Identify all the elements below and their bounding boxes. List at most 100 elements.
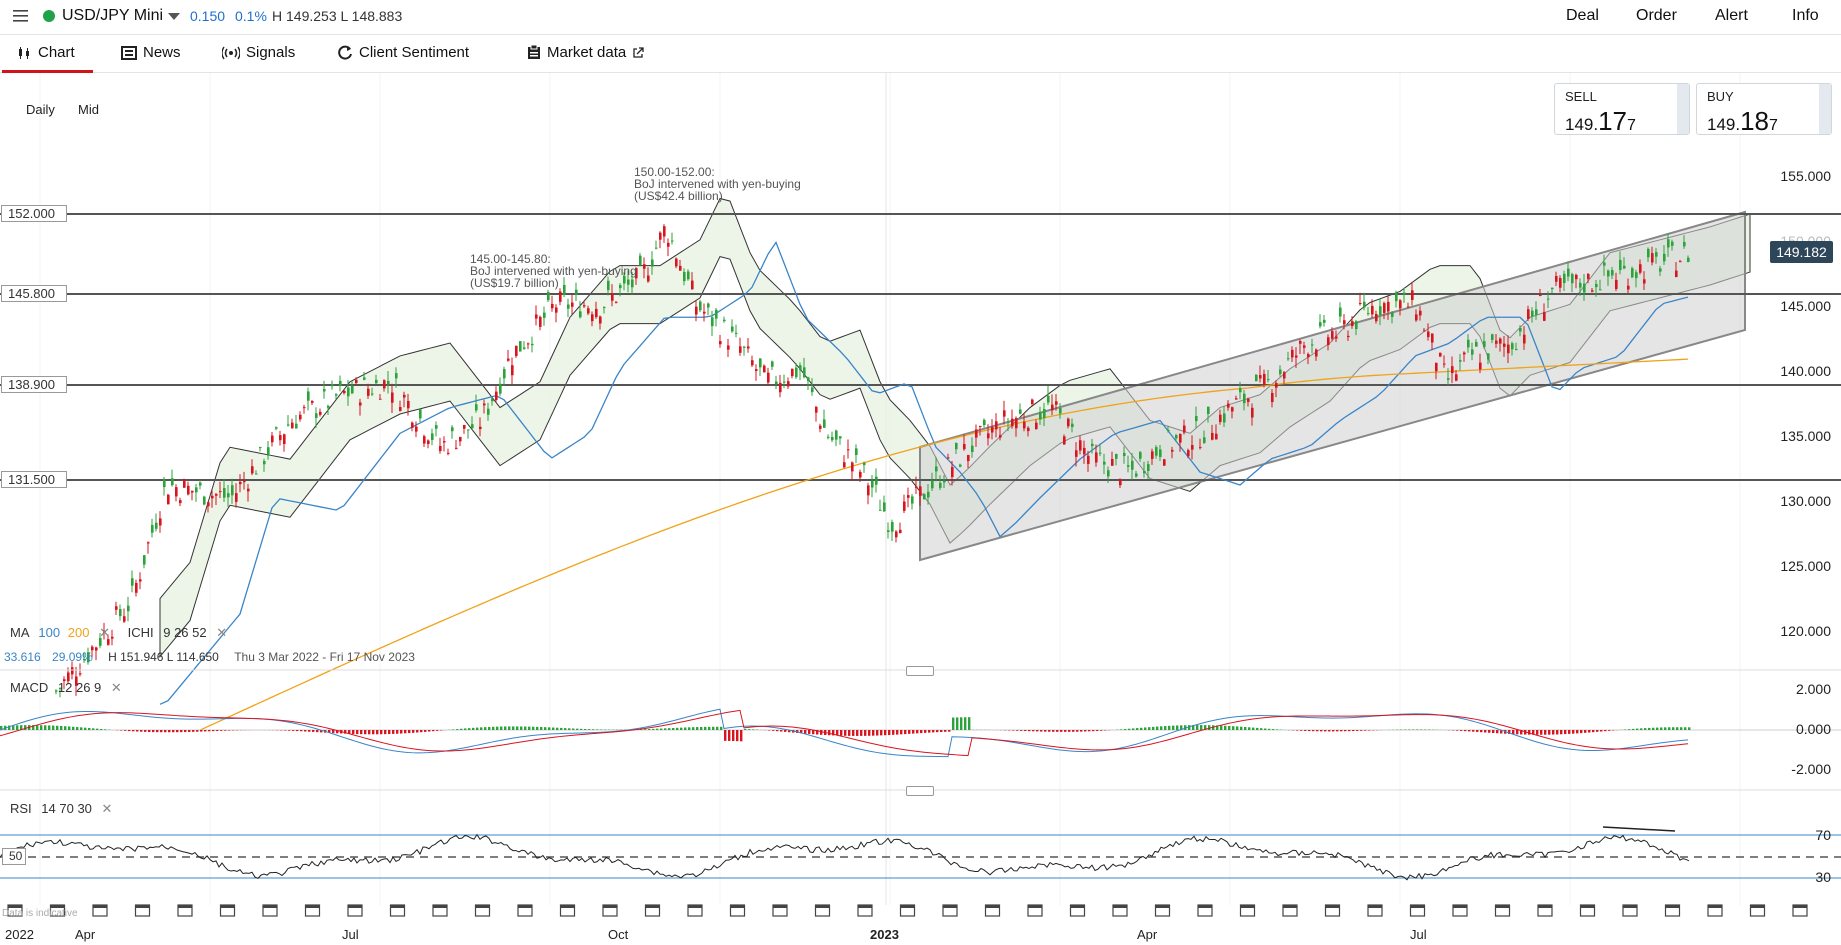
candle-body xyxy=(1607,270,1610,277)
candle-body xyxy=(1487,353,1490,360)
remove-macd-icon[interactable]: ✕ xyxy=(111,680,122,695)
candle-body xyxy=(455,447,458,449)
remove-rsi-icon[interactable]: ✕ xyxy=(102,801,113,816)
level-label-131-5[interactable]: 131.500 xyxy=(1,471,67,488)
candle-body xyxy=(379,398,382,400)
candle-body xyxy=(727,345,730,350)
remove-ma-icon[interactable]: ✕ xyxy=(99,625,110,640)
alert-button[interactable]: Alert xyxy=(1715,7,1748,25)
order-button[interactable]: Order xyxy=(1636,7,1677,25)
candle-body xyxy=(1391,312,1394,317)
candle-body xyxy=(1511,343,1514,350)
candle-body xyxy=(1095,452,1098,463)
tab-chart[interactable]: Chart xyxy=(2,44,93,73)
candle-body xyxy=(1167,429,1170,431)
candle-body xyxy=(1491,334,1494,340)
candle-body xyxy=(299,414,302,420)
candle-body xyxy=(1415,314,1418,321)
candle-body xyxy=(1655,252,1658,257)
level-label-145-8[interactable]: 145.800 xyxy=(1,285,67,302)
calendar-icon xyxy=(1537,904,1553,917)
calendar-icon xyxy=(304,904,321,917)
candle-body xyxy=(963,443,966,450)
remove-ichi-icon[interactable]: ✕ xyxy=(216,625,227,640)
candle-body xyxy=(1255,374,1258,382)
candle-body xyxy=(1403,292,1406,295)
interval-select[interactable]: Daily xyxy=(26,102,55,117)
candle-body xyxy=(151,524,154,533)
tab-market-data[interactable]: Market data xyxy=(527,44,644,61)
buy-button[interactable]: BUY 149.187 xyxy=(1696,83,1832,136)
price-type-select[interactable]: Mid xyxy=(78,102,99,117)
x-axis-label: 2022 xyxy=(5,927,34,942)
candle-body xyxy=(1451,366,1454,374)
candle-body xyxy=(1503,343,1506,347)
candle-body xyxy=(835,430,838,440)
candle-body xyxy=(1067,418,1070,427)
candle-body xyxy=(663,226,666,237)
candle-body xyxy=(1003,410,1006,417)
tab-signals[interactable]: Signals xyxy=(222,44,295,61)
candle-body xyxy=(495,391,498,401)
candle-body xyxy=(787,381,790,387)
calendar-icon xyxy=(857,904,873,917)
candle-body xyxy=(1371,305,1374,315)
calendar-icon xyxy=(347,904,363,917)
candle-body xyxy=(1119,479,1122,486)
calendar-icon xyxy=(1367,904,1383,917)
instrument-name[interactable]: USD/JPY Mini xyxy=(62,7,163,25)
level-label-152[interactable]: 152.000 xyxy=(1,205,67,222)
deal-button[interactable]: Deal xyxy=(1566,7,1599,25)
candle-body xyxy=(1135,473,1138,477)
candle-body xyxy=(1319,322,1322,327)
candle-body xyxy=(1283,372,1286,379)
candle-body xyxy=(595,308,598,318)
candle-body xyxy=(1335,336,1338,339)
candle-body xyxy=(271,435,274,443)
sell-price: 149.177 xyxy=(1565,106,1636,136)
calendar-icon xyxy=(814,904,831,917)
price-chart[interactable] xyxy=(0,0,1841,945)
hamburger-menu-icon[interactable] xyxy=(12,7,30,25)
level-label-138-9[interactable]: 138.900 xyxy=(1,376,67,393)
candle-body xyxy=(135,582,138,593)
candle-body xyxy=(807,377,810,381)
panel-resize-handle[interactable] xyxy=(906,786,934,796)
tab-client-sentiment[interactable]: Client Sentiment xyxy=(338,44,469,61)
info-button[interactable]: Info xyxy=(1792,7,1819,25)
candle-body xyxy=(1127,465,1130,467)
candle-body xyxy=(735,332,738,334)
chevron-down-icon[interactable] xyxy=(168,13,180,20)
candle-body xyxy=(191,490,194,493)
candle-body xyxy=(391,392,394,403)
candle-body xyxy=(1675,270,1678,277)
candle-body xyxy=(711,317,714,327)
sell-button[interactable]: SELL 149.177 xyxy=(1554,83,1690,136)
panel-resize-handle[interactable] xyxy=(906,666,934,676)
candle-body xyxy=(1499,338,1502,344)
candle-body xyxy=(423,436,426,444)
calendar-icon xyxy=(1494,904,1511,917)
calendar-icon xyxy=(602,904,618,917)
tab-news[interactable]: News xyxy=(121,44,181,61)
candle-body xyxy=(987,433,990,439)
candle-body xyxy=(611,293,614,301)
candle-body xyxy=(1411,290,1414,300)
candle-body xyxy=(1203,437,1206,443)
rsi-mid-label: 50 xyxy=(2,848,26,865)
candle-body xyxy=(1103,461,1106,465)
candle-body xyxy=(659,232,662,240)
calendar-icon xyxy=(644,904,661,917)
candle-body xyxy=(891,522,894,532)
candle-body xyxy=(1595,283,1598,288)
candle-body xyxy=(971,445,974,452)
candle-body xyxy=(1179,434,1182,443)
candle-body xyxy=(851,462,854,472)
candle-body xyxy=(667,242,670,247)
candle-body xyxy=(1471,349,1474,355)
candle-body xyxy=(1643,279,1646,284)
candle-body xyxy=(351,385,354,394)
candle-body xyxy=(339,380,342,386)
candle-body xyxy=(1439,352,1442,357)
candle-body xyxy=(483,403,486,406)
